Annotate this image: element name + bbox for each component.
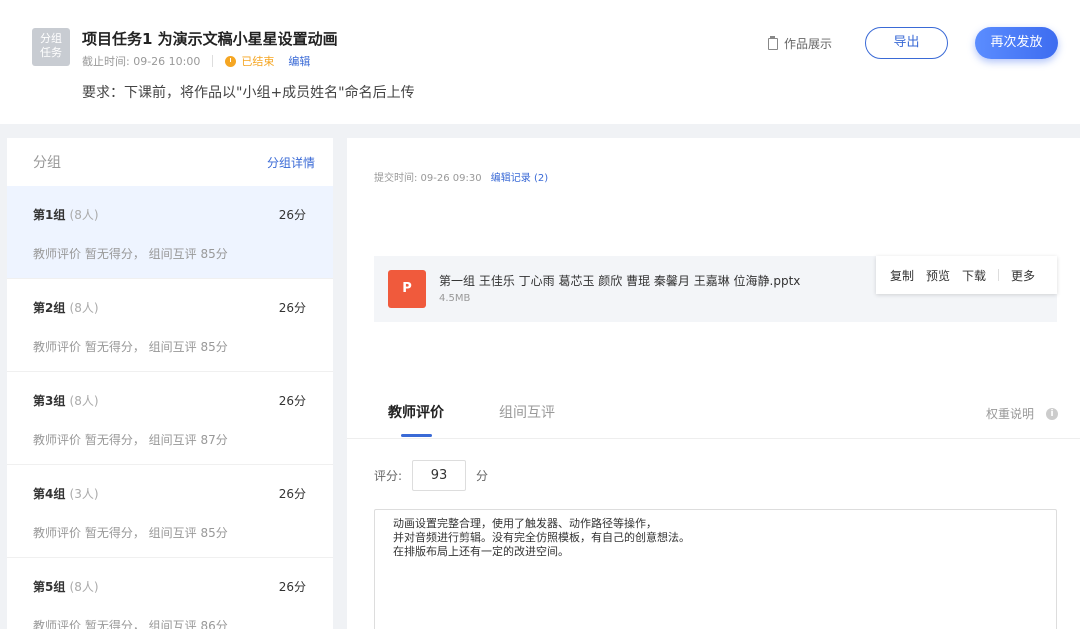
group-name-text: 第1组 xyxy=(33,208,66,222)
evaluation-tabs: 教师评价 组间互评 权重说明 i xyxy=(347,388,1080,439)
group-member-count: (8人) xyxy=(69,301,99,315)
group-name-text: 第4组 xyxy=(33,487,66,501)
submission-panel: 提交时间: 09-26 09:30 编辑记录 (2) P 第一组 王佳乐 丁心雨… xyxy=(347,138,1080,629)
task-title: 项目任务1 为演示文稿小星星设置动画 xyxy=(82,30,338,48)
tab-peer-evaluation[interactable]: 组间互评 xyxy=(499,402,555,422)
group-score: 26分 xyxy=(278,394,306,408)
group-item-2[interactable]: 第2组 (8人) 26分 教师评价 暂无得分， 组间互评 85分 xyxy=(7,279,333,372)
group-score: 26分 xyxy=(278,208,306,222)
weight-info-label: 权重说明 xyxy=(985,407,1034,421)
group-name: 第3组 (8人) xyxy=(33,392,99,409)
download-button[interactable]: 下载 xyxy=(962,267,986,284)
group-eval-summary: 教师评价 暂无得分， 组间互评 85分 xyxy=(33,340,228,354)
clipboard-icon xyxy=(768,35,778,50)
groups-label: 分组 xyxy=(33,155,61,171)
export-button[interactable]: 导出 xyxy=(865,27,948,59)
edit-task-link[interactable]: 编辑 xyxy=(288,53,310,69)
group-name-text: 第3组 xyxy=(33,394,66,408)
task-meta: 截止时间: 09-26 10:00 已结束 编辑 xyxy=(82,53,310,69)
group-item-3[interactable]: 第3组 (8人) 26分 教师评价 暂无得分， 组间互评 87分 xyxy=(7,372,333,465)
meta-divider xyxy=(212,55,214,67)
info-icon: i xyxy=(1046,407,1058,420)
badge-line-2: 任务 xyxy=(40,46,62,59)
group-member-count: (8人) xyxy=(69,394,99,408)
score-input[interactable] xyxy=(412,460,467,491)
groups-panel-header: 分组 分组详情 xyxy=(7,138,333,186)
group-member-count: (8人) xyxy=(69,580,99,594)
preview-button[interactable]: 预览 xyxy=(926,267,950,284)
status-text: 已结束 xyxy=(241,55,275,68)
group-member-count: (8人) xyxy=(69,208,99,222)
showcase-label: 作品展示 xyxy=(784,37,833,51)
group-name-text: 第5组 xyxy=(33,580,66,594)
weight-info-link[interactable]: 权重说明 i xyxy=(986,405,1058,422)
group-name: 第1组 (8人) xyxy=(33,206,99,223)
more-button[interactable]: 更多 xyxy=(1011,267,1035,284)
clock-icon xyxy=(225,55,237,67)
group-name: 第2组 (8人) xyxy=(33,299,99,316)
group-name: 第5组 (8人) xyxy=(33,578,99,595)
submit-time: 提交时间: 09-26 09:30 xyxy=(374,173,482,184)
score-row: 评分: 分 xyxy=(374,460,488,491)
group-member-count: (3人) xyxy=(69,487,99,501)
task-requirement: 要求：下课前，将作品以"小组+成员姓名"命名后上传 xyxy=(82,85,415,101)
actions-divider xyxy=(998,269,1000,281)
score-label: 评分: xyxy=(374,469,403,483)
file-card[interactable]: P 第一组 王佳乐 丁心雨 葛芯玉 颜欣 曹琨 秦馨月 王嘉琳 位海静.pptx… xyxy=(374,256,1057,322)
badge-line-1: 分组 xyxy=(40,32,62,45)
copy-button[interactable]: 复制 xyxy=(890,267,914,284)
group-item-1[interactable]: 第1组 (8人) 26分 教师评价 暂无得分， 组间互评 85分 xyxy=(7,186,333,279)
group-score: 26分 xyxy=(278,301,306,315)
group-score: 26分 xyxy=(278,580,306,594)
group-task-badge: 分组 任务 xyxy=(32,28,70,66)
status-badge: 已结束 xyxy=(225,53,274,69)
deadline-text: 截止时间: 09-26 10:00 xyxy=(82,55,201,68)
group-item-5[interactable]: 第5组 (8人) 26分 教师评价 暂无得分， 组间互评 86分 xyxy=(7,558,333,629)
file-name: 第一组 王佳乐 丁心雨 葛芯玉 颜欣 曹琨 秦馨月 王嘉琳 位海静.pptx xyxy=(439,274,801,288)
submit-info: 提交时间: 09-26 09:30 编辑记录 (2) xyxy=(374,169,548,184)
group-eval-summary: 教师评价 暂无得分， 组间互评 86分 xyxy=(33,619,228,629)
tab-teacher-evaluation[interactable]: 教师评价 xyxy=(388,402,444,422)
task-header: 分组 任务 项目任务1 为演示文稿小星星设置动画 截止时间: 09-26 10:… xyxy=(0,0,1080,124)
showcase-link[interactable]: 作品展示 xyxy=(768,35,832,52)
group-name-text: 第2组 xyxy=(33,301,66,315)
active-tab-indicator xyxy=(401,434,432,437)
group-name: 第4组 (3人) xyxy=(33,485,99,502)
file-size: 4.5MB xyxy=(439,293,471,304)
file-actions-menu: 复制 预览 下载 更多 xyxy=(876,256,1057,294)
group-score: 26分 xyxy=(278,487,306,501)
group-eval-summary: 教师评价 暂无得分， 组间互评 85分 xyxy=(33,247,228,261)
score-unit: 分 xyxy=(476,469,489,483)
edit-record-link[interactable]: 编辑记录 (2) xyxy=(491,173,548,184)
group-eval-summary: 教师评价 暂无得分， 组间互评 85分 xyxy=(33,526,228,540)
group-item-4[interactable]: 第4组 (3人) 26分 教师评价 暂无得分， 组间互评 85分 xyxy=(7,465,333,558)
group-detail-link[interactable]: 分组详情 xyxy=(267,154,315,171)
redistribute-button[interactable]: 再次发放 xyxy=(975,27,1058,59)
group-eval-summary: 教师评价 暂无得分， 组间互评 87分 xyxy=(33,433,228,447)
comment-textarea[interactable]: 动画设置完整合理，使用了触发器、动作路径等操作， 并对音频进行剪辑。没有完全仿照… xyxy=(374,509,1057,629)
groups-panel: 分组 分组详情 第1组 (8人) 26分 教师评价 暂无得分， 组间互评 85分… xyxy=(7,138,333,629)
pptx-file-icon: P xyxy=(388,270,426,308)
